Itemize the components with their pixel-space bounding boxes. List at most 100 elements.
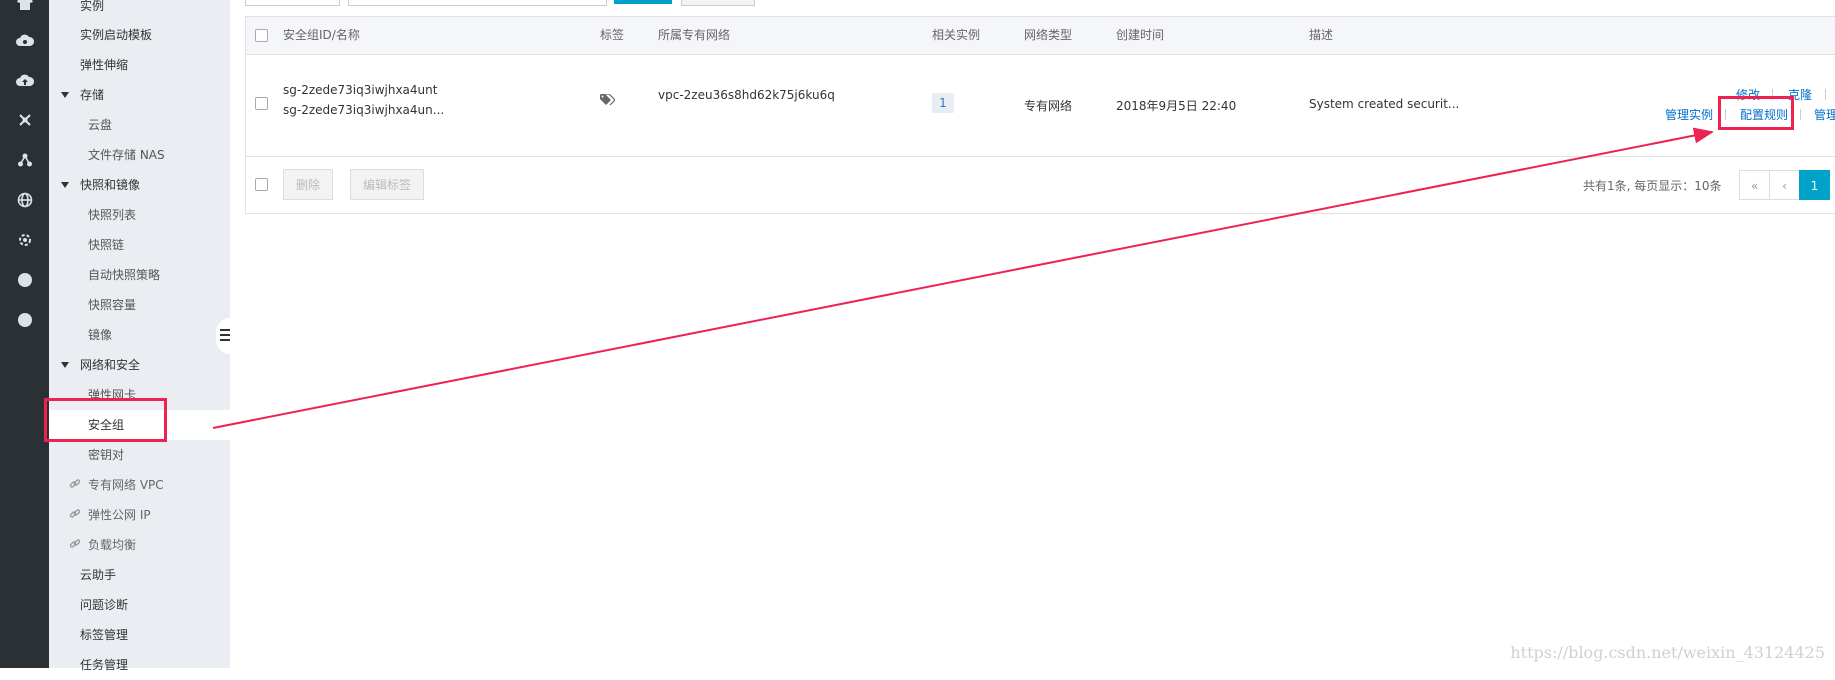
link-icon (69, 539, 81, 548)
column-header-network-type: 网络类型 (1024, 28, 1073, 42)
network-type: 专有网络 (1024, 99, 1073, 113)
caret-down-icon (61, 362, 69, 368)
row-checkbox[interactable] (255, 97, 268, 110)
highlight-box-security-group (44, 398, 167, 442)
manage-instances-link[interactable]: 管理实例 (1665, 106, 1713, 123)
table-footer: 删除 编辑标签 共有1条, 每页显示：10条 « ‹ 1 (246, 157, 1835, 213)
icon-rail (0, 0, 49, 668)
action-separator (1800, 109, 1801, 120)
column-header-description: 描述 (1309, 28, 1334, 42)
search-input[interactable] (348, 0, 607, 6)
globe-icon[interactable] (15, 190, 35, 210)
security-group-name: sg-2zede73iq3iwjhxa4un... (283, 103, 445, 117)
search-button[interactable] (614, 0, 672, 4)
sidebar-group-label: 存储 (80, 88, 105, 102)
sidebar-item-disks[interactable]: 云盘 (49, 110, 230, 140)
sidebar-group-snapshots-images[interactable]: 快照和镜像 (49, 170, 230, 200)
select-all-checkbox[interactable] (255, 29, 268, 42)
circle-icon[interactable] (15, 310, 35, 330)
sidebar-item-diagnostics[interactable]: 问题诊断 (49, 590, 230, 620)
column-header-id-name: 安全组ID/名称 (283, 28, 360, 42)
sidebar-item-task-management[interactable]: 任务管理 (49, 650, 230, 680)
sidebar-item-label: 专有网络 VPC (88, 478, 164, 492)
sidebar-item-cloud-assistant[interactable]: 云助手 (49, 560, 230, 590)
sidebar-group-network-security[interactable]: 网络和安全 (49, 350, 230, 380)
highlight-box-configure-rules (1718, 96, 1794, 130)
sidebar-item-label: 密钥对 (88, 448, 125, 462)
sidebar-item-tag-management[interactable]: 标签管理 (49, 620, 230, 650)
sidebar-group-storage[interactable]: 存储 (49, 80, 230, 110)
page-1-button[interactable]: 1 (1799, 170, 1830, 200)
first-page-button[interactable]: « (1739, 170, 1770, 200)
created-time: 2018年9月5日 22:40 (1116, 99, 1237, 113)
sidebar-item-label: 实例 (80, 0, 105, 13)
sidebar-item-label: 标签管理 (80, 628, 129, 642)
cluster-icon[interactable] (15, 150, 35, 170)
sidebar-item-auto-snapshot-policy[interactable]: 自动快照策略 (49, 260, 230, 290)
caret-down-icon (61, 182, 69, 188)
sidebar-item-label: 负载均衡 (88, 538, 137, 552)
sidebar-item-slb[interactable]: 负载均衡 (49, 530, 230, 560)
sidebar-item-label: 弹性公网 IP (88, 508, 151, 522)
description: System created securit... (1309, 97, 1460, 111)
watermark: https://blog.csdn.net/weixin_43124425 (1510, 643, 1825, 662)
prev-page-button[interactable]: ‹ (1769, 170, 1800, 200)
sidebar-group-label: 网络和安全 (80, 358, 141, 372)
tag-icon[interactable] (600, 93, 616, 109)
sidebar-item-snapshot-chain[interactable]: 快照链 (49, 230, 230, 260)
search-type-select[interactable] (245, 0, 340, 6)
cloud-settings-icon[interactable] (15, 30, 35, 50)
sidebar-item-label: 快照列表 (88, 208, 137, 222)
sidebar-item-label: 快照容量 (88, 298, 137, 312)
sidebar-item-snapshot-list[interactable]: 快照列表 (49, 200, 230, 230)
link-icon (69, 509, 81, 518)
sidebar-item-label: 任务管理 (80, 658, 129, 672)
pagination-info: 共有1条, 每页显示：10条 (1583, 179, 1722, 193)
vpc-id[interactable]: vpc-2zeu36s8hd62k75j6ku6q (658, 88, 835, 102)
sidebar-item-label: 云助手 (80, 568, 117, 582)
sidebar-item-nas[interactable]: 文件存储 NAS (49, 140, 230, 170)
table-row: sg-2zede73iq3iwjhxa4unt sg-2zede73iq3iwj… (246, 55, 1835, 157)
instance-count-badge[interactable]: 1 (932, 93, 954, 113)
sidebar-item-images[interactable]: 镜像 (49, 320, 230, 350)
security-group-table: 安全组ID/名称 标签 所属专有网络 相关实例 网络类型 创建时间 描述 sg-… (245, 16, 1835, 214)
sidebar-item-label: 云盘 (88, 118, 113, 132)
delete-button[interactable]: 删除 (283, 169, 334, 200)
edit-tags-button[interactable]: 编辑标签 (350, 169, 425, 200)
manage-link[interactable]: 管理 (1814, 106, 1835, 123)
menu-collapse-icon (220, 329, 230, 331)
caret-down-icon (61, 92, 69, 98)
sidebar-item-launch-templates[interactable]: 实例启动模板 (49, 20, 230, 50)
column-header-instances: 相关实例 (932, 28, 981, 42)
sidebar-item-label: 问题诊断 (80, 598, 129, 612)
sidebar-group-label: 快照和镜像 (80, 178, 141, 192)
select-all-footer-checkbox[interactable] (255, 178, 268, 191)
link-icon (69, 479, 81, 488)
sidebar-collapse-toggle[interactable] (216, 318, 230, 354)
sidebar-item-auto-scaling[interactable]: 弹性伸缩 (49, 50, 230, 80)
sidebar-item-vpc[interactable]: 专有网络 VPC (49, 470, 230, 500)
shirt-icon[interactable] (15, 0, 35, 14)
sidebar-item-label: 镜像 (88, 328, 113, 342)
sidebar-item-label: 文件存储 NAS (88, 148, 165, 162)
column-header-created: 创建时间 (1116, 28, 1165, 42)
circle-icon[interactable] (15, 270, 35, 290)
settings-cog-icon[interactable] (15, 230, 35, 250)
sidebar-item-instances[interactable]: 实例 (49, 0, 230, 21)
column-header-vpc: 所属专有网络 (658, 28, 731, 42)
sidebar-item-eip[interactable]: 弹性公网 IP (49, 500, 230, 530)
action-separator (1825, 89, 1826, 100)
table-header: 安全组ID/名称 标签 所属专有网络 相关实例 网络类型 创建时间 描述 (246, 17, 1835, 55)
tag-filter-button[interactable] (681, 0, 755, 6)
sidebar-item-label: 快照链 (88, 238, 125, 252)
sidebar-nav: 实例 实例启动模板 弹性伸缩 存储 云盘 文件存储 NAS 快照和镜像 快照列表… (49, 0, 230, 672)
sidebar-item-key-pairs[interactable]: 密钥对 (49, 440, 230, 470)
sidebar-item-label: 自动快照策略 (88, 268, 161, 282)
sidebar-item-snapshot-capacity[interactable]: 快照容量 (49, 290, 230, 320)
network-nodes-icon[interactable] (15, 110, 35, 130)
sidebar-item-label: 弹性伸缩 (80, 58, 129, 72)
cloud-upload-icon[interactable] (15, 70, 35, 90)
security-group-id[interactable]: sg-2zede73iq3iwjhxa4unt (283, 83, 437, 97)
sidebar-item-label: 实例启动模板 (80, 28, 153, 42)
column-header-tags: 标签 (600, 28, 625, 42)
